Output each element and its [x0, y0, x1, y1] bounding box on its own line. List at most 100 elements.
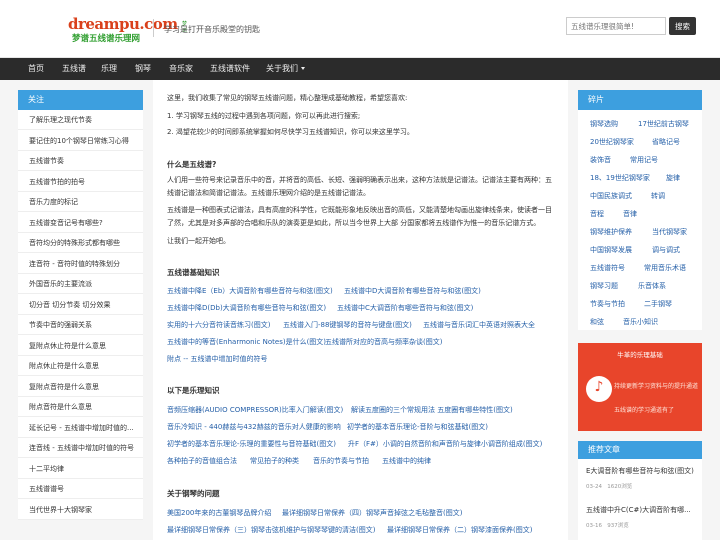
tag-link[interactable]: 音程 — [590, 209, 604, 219]
tag-link[interactable]: 节奏与节拍 — [590, 299, 625, 309]
tag-link[interactable]: 中国钢琴发展 — [590, 245, 632, 255]
nav-piano[interactable]: 钢琴 — [135, 58, 151, 80]
tag-link[interactable]: 五线谱符号 — [590, 263, 625, 273]
main-content: 这里，我们收集了常见的钢琴五线谱问题，精心整理成基础教程，希望您喜欢: 1. 学… — [153, 80, 568, 540]
article-link[interactable]: 附点 -- 五线谱中增加时值的符号 — [167, 354, 268, 364]
nav-musicians[interactable]: 音乐家 — [169, 58, 193, 80]
site-header: dreampu.com 梦谱 梦谱五线谱乐理网 学习是打开音乐殿堂的钥匙 搜索 — [0, 0, 720, 58]
left-list-item[interactable]: 切分音 切分节奏 切分效果 — [18, 295, 143, 315]
left-list-item[interactable]: 附点休止符是什么意思 — [18, 356, 143, 376]
caret-down-icon — [301, 67, 305, 70]
left-list-item[interactable]: 五线谱节拍的拍号 — [18, 172, 143, 192]
promo-banner[interactable]: 牛革的乐理基础 ♪ 持续更新学习资料与的提升通道 五线谱的学习通道有了 — [578, 343, 702, 431]
article-link[interactable]: 音乐冷知识 - 440赫兹与432赫兹的音乐对人健康的影响 — [167, 422, 341, 432]
tag-link[interactable]: 音乐小知识 — [623, 317, 658, 327]
recommend-article-title[interactable]: 五线谱中升C(C#)大调音阶有哪... — [586, 505, 698, 515]
article-link[interactable]: 音频压缩器(AUDIO COMPRESSOR)比率入门解读(图文) — [167, 405, 343, 415]
tag-link[interactable]: 二手钢琴 — [644, 299, 672, 309]
recommend-date: 03-16 — [586, 523, 602, 529]
tag-link[interactable]: 当代钢琴家 — [652, 227, 687, 237]
tag-link[interactable]: 转调 — [651, 191, 665, 201]
article-link[interactable]: 升F（F#）小调的自然音阶和声音阶与旋律小调音阶组成(图文) — [348, 439, 542, 449]
left-list-item[interactable]: 复附点音符是什么意思 — [18, 377, 143, 397]
article-link[interactable]: 五线谱中C大调音阶有哪些音符与和弦(图文) — [337, 303, 473, 313]
recommend-panel: 推荐文章 E大调音阶有哪些音符与和弦(图文) 03-24 1620浏览 五线谱中… — [578, 441, 702, 540]
tag-link[interactable]: 中国民族调式 — [590, 191, 632, 201]
left-list-item[interactable]: 音符均分的特殊形式都有哪些 — [18, 233, 143, 253]
article-link[interactable]: 五线谱入门-88键钢琴的音符与键盘(图文) — [283, 320, 412, 330]
nav-theory[interactable]: 乐理 — [101, 58, 117, 80]
search-input[interactable] — [566, 17, 666, 35]
left-list-item[interactable]: 复附点休止符是什么意思 — [18, 336, 143, 356]
left-list-item[interactable]: 延长记号 - 五线谱中增加时值的... — [18, 418, 143, 438]
tag-link[interactable]: 音律 — [623, 209, 637, 219]
article-link[interactable]: 五线谱中降E（Eb）大调音阶有哪些音符与和弦(图文) — [167, 286, 333, 296]
tag-link[interactable]: 乐音体系 — [638, 281, 666, 291]
tag-link[interactable]: 和弦 — [590, 317, 604, 327]
section-title-piano: 关于钢琴的问题 — [167, 489, 220, 498]
left-list-item[interactable]: 附点音符是什么意思 — [18, 397, 143, 417]
article-link[interactable]: 最详细钢琴日常保养（二）钢琴漆面保养(图文) — [387, 525, 532, 535]
search-button[interactable]: 搜索 — [669, 17, 696, 35]
recommend-views: 937浏览 — [607, 523, 629, 529]
tag-link[interactable]: 钢琴维护保养 — [590, 227, 632, 237]
tag-link[interactable]: 旋律 — [666, 173, 680, 183]
recommend-article-meta: 03-24 1620浏览 — [586, 482, 632, 490]
tag-link[interactable]: 装饰音 — [590, 155, 611, 165]
article-link[interactable]: 五线谱与音乐词汇中英语对照表大全 — [423, 320, 535, 330]
promo-line: 五线谱的学习通道有了 — [614, 407, 675, 414]
article-link[interactable]: 各种拍子的音值组合法 — [167, 456, 237, 466]
intro-point: 1. 学习钢琴五线的过程中遇到各项问题，你可以再此进行搜索; — [167, 112, 361, 120]
left-list-item[interactable]: 外国音乐的主要流派 — [18, 274, 143, 294]
paragraph-line: 人们用一些符号来记录音乐中的音，并将音的高低、长短、强弱明确表示出来，这种方法就… — [167, 176, 552, 184]
nav-home[interactable]: 首页 — [28, 58, 44, 80]
left-list-item[interactable]: 连音线 - 五线谱中增加时值的符号 — [18, 438, 143, 458]
nav-staff[interactable]: 五线谱 — [62, 58, 86, 80]
paragraph-line: 五线谱是一种图表式记谱法，具有高度的科学性，它既能形象地反映出音的高低，又能清楚… — [167, 206, 552, 214]
article-link[interactable]: 音乐的节奏与节拍 — [313, 456, 369, 466]
left-list-item[interactable]: 五线谱谱号 — [18, 479, 143, 499]
promo-title: 牛革的乐理基础 — [617, 351, 663, 359]
tag-link[interactable]: 钢琴习题 — [590, 281, 618, 291]
article-link[interactable]: 最详细钢琴日常保养（四）钢琴声音掉弦之毛毡整音(图文) — [282, 508, 462, 518]
left-list-item[interactable]: 五线谱节奏 — [18, 151, 143, 171]
intro-point: 2. 渴望花较少的时间即系统掌握如何尽快学习五线谱知识，你可以来这里学习。 — [167, 128, 414, 136]
tag-link[interactable]: 17世纪前古钢琴 — [638, 119, 689, 129]
left-list-item[interactable]: 音乐力度的标记 — [18, 192, 143, 212]
nav-about[interactable]: 关于我们 — [266, 58, 305, 80]
article-link[interactable]: 常见拍子的种类 — [250, 456, 299, 466]
site-logo[interactable]: dreampu.com 梦谱 梦谱五线谱乐理网 — [68, 15, 187, 45]
article-link[interactable]: 初学者的基本音乐理论-乐理的重要性与音符基础(图文) — [167, 439, 336, 449]
logo-text: dreampu.com — [68, 15, 178, 33]
recommend-article-title[interactable]: E大调音阶有哪些音符与和弦(图文) — [586, 466, 698, 476]
start-text: 让我们一起开始吧。 — [167, 237, 230, 245]
article-link[interactable]: 五线谱中降D(Db)大调音阶有哪些音符与和弦(图文) — [167, 303, 326, 313]
left-list-item[interactable]: 十二平均律 — [18, 459, 143, 479]
article-link[interactable]: 最详细钢琴日常保养（三）钢琴击弦机维护与钢琴琴键的清洁(图文) — [167, 525, 375, 535]
left-list-item[interactable]: 要记住的10个钢琴日常练习心得 — [18, 131, 143, 151]
left-list-item[interactable]: 节奏中音的强弱关系 — [18, 315, 143, 335]
tag-link[interactable]: 省略记号 — [652, 137, 680, 147]
left-list-item[interactable]: 连音符 - 音符时值的特殊划分 — [18, 254, 143, 274]
intro-text: 这里，我们收集了常见的钢琴五线谱问题，精心整理成基础教程，希望您喜欢: — [167, 94, 408, 102]
tag-link[interactable]: 调与调式 — [652, 245, 680, 255]
article-link[interactable]: 五线谱所对应的音高与频率杂谈(图文) — [325, 337, 442, 347]
tag-link[interactable]: 18、19世纪钢琴家 — [590, 173, 650, 183]
left-list-item[interactable]: 当代世界十大钢琴家 — [18, 500, 143, 520]
article-link[interactable]: 五线谱中的纯律 — [382, 456, 431, 466]
article-link[interactable]: 五线谱中D大调音阶有哪些音符与和弦(图文) — [344, 286, 481, 296]
left-list-item[interactable]: 了解乐理之现代节奏 — [18, 110, 143, 130]
article-link[interactable]: 五线谱中的等音(Enharmonic Notes)是什么(图文) — [167, 337, 326, 347]
left-list-item[interactable]: 五线谱变音记号有哪些? — [18, 213, 143, 233]
article-link[interactable]: 解读五度圈的三个常规用法 五度圈有哪些特性(图文) — [351, 405, 513, 415]
tag-link[interactable]: 常用记号 — [630, 155, 658, 165]
nav-software[interactable]: 五线谱软件 — [210, 58, 250, 80]
article-link[interactable]: 实用的十六分音符读音练习(图文) — [167, 320, 270, 330]
article-link[interactable]: 初学者的基本音乐理论-音阶与和弦基础(图文) — [347, 422, 488, 432]
tag-link[interactable]: 常用音乐术语 — [644, 263, 686, 273]
article-link[interactable]: 美国200年来的古董钢琴品牌介绍 — [167, 508, 271, 518]
tag-link[interactable]: 20世纪钢琴家 — [590, 137, 634, 147]
site-slogan: 学习是打开音乐殿堂的钥匙 — [164, 25, 260, 34]
section-title-what: 什么是五线谱? — [167, 160, 217, 169]
tag-link[interactable]: 钢琴选购 — [590, 119, 618, 129]
